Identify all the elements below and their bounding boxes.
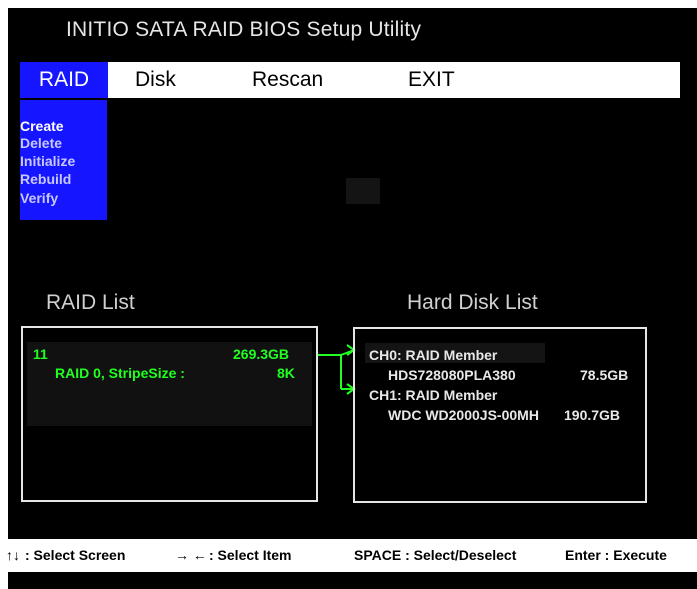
page-title: INITIO SATA RAID BIOS Setup Utility [66, 18, 422, 41]
submenu-initialize[interactable]: Initialize [20, 153, 75, 170]
raid-member-connector [318, 344, 356, 395]
raid-list-panel: 11 269.3GB RAID 0, StripeSize : 8K [21, 326, 318, 502]
disk-size-0: 78.5GB [580, 367, 629, 383]
submenu-create[interactable]: Create [20, 118, 64, 135]
bottom-bar [8, 572, 697, 589]
disk-channel-0[interactable]: CH0: RAID Member [369, 347, 497, 363]
help-space: SPACE : Select/Deselect [354, 547, 517, 563]
raid-id[interactable]: 11 [33, 346, 48, 362]
menu-rescan[interactable]: Rescan [252, 62, 323, 98]
right-left-arrows-icon: → ← [175, 547, 207, 563]
hard-disk-list-panel: CH0: RAID Member HDS728080PLA380 78.5GB … [353, 327, 647, 503]
menu-raid[interactable]: RAID [20, 62, 108, 98]
disk-size-1: 190.7GB [564, 407, 621, 423]
help-select-screen: : Select Screen [25, 547, 126, 563]
menu-disk[interactable]: Disk [135, 62, 176, 98]
disk-model-1: WDC WD2000JS-00MH [388, 407, 539, 423]
submenu-verify[interactable]: Verify [20, 190, 58, 207]
disk-model-0: HDS728080PLA380 [388, 367, 516, 383]
disk-list-title: Hard Disk List [407, 291, 538, 314]
cursor-block [346, 178, 380, 204]
raid-list-title: RAID List [46, 291, 135, 314]
help-enter: Enter : Execute [565, 547, 667, 563]
help-bar: ↑↓ : Select Screen → ← : Select Item SPA… [0, 543, 697, 567]
help-select-item: : Select Item [209, 547, 292, 563]
raid-size: 269.3GB [233, 346, 290, 362]
up-down-arrows-icon: ↑↓ [6, 547, 20, 563]
submenu-delete[interactable]: Delete [20, 135, 62, 152]
submenu-rebuild[interactable]: Rebuild [20, 171, 71, 188]
menu-exit[interactable]: EXIT [408, 62, 455, 98]
raid-stripe-size: 8K [277, 365, 295, 381]
raid-description: RAID 0, StripeSize : [55, 365, 185, 381]
disk-channel-1[interactable]: CH1: RAID Member [369, 387, 497, 403]
raid-submenu: Create Delete Initialize Rebuild Verify [20, 100, 107, 220]
menu-bar: RAID Disk Rescan EXIT [20, 62, 680, 98]
